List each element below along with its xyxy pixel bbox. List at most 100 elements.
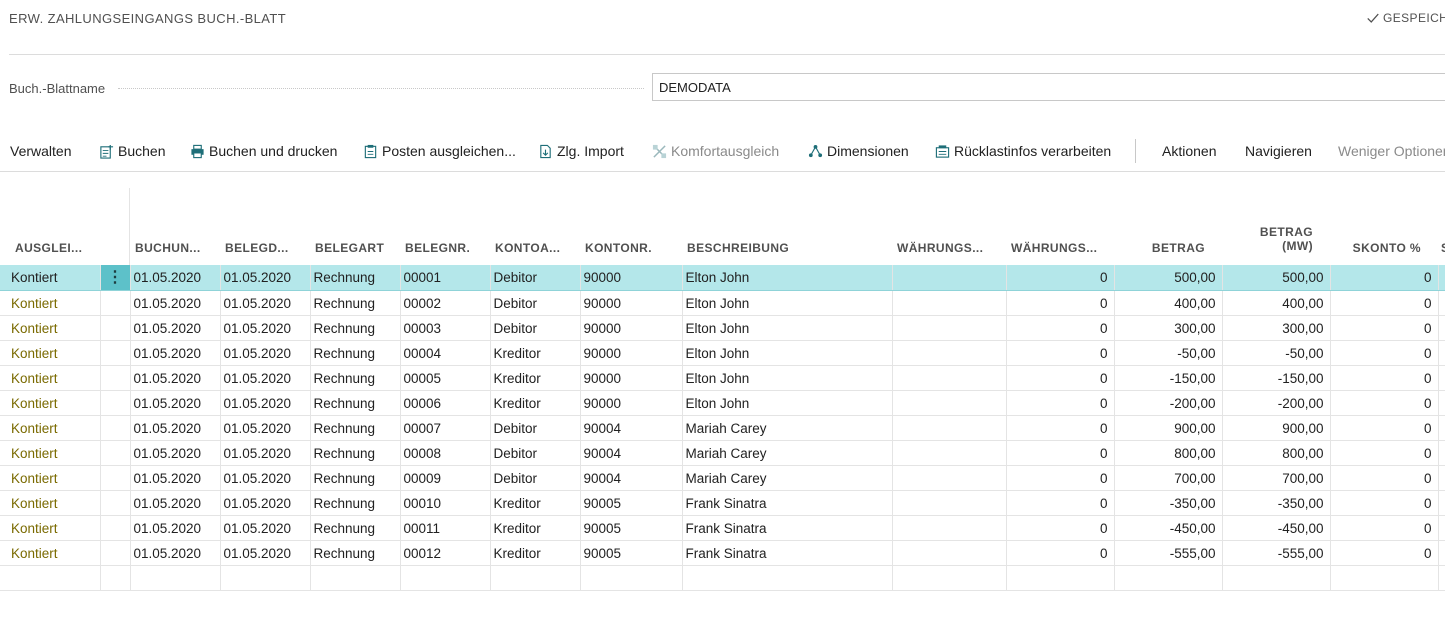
row-account-type-cell[interactable]: Debitor (490, 415, 581, 441)
row-overflow-cell[interactable] (1438, 515, 1445, 541)
row-menu-cell[interactable] (100, 465, 131, 491)
row-currency-factor-cell[interactable]: 0 (1006, 340, 1115, 366)
row-posting-date-cell[interactable]: 01.05.2020 (130, 365, 221, 391)
row-document-date-cell[interactable]: 01.05.2020 (220, 290, 311, 316)
row-amount-cell[interactable]: -450,00 (1114, 515, 1223, 541)
row-status-cell[interactable]: Kontiert (0, 340, 101, 366)
row-currency-factor-cell[interactable]: 0 (1006, 465, 1115, 491)
row-document-date-cell[interactable]: 01.05.2020 (220, 390, 311, 416)
table-row[interactable]: Kontiert 01.05.2020 01.05.2020 Rechnung 0000… (0, 340, 1445, 366)
navigate-menu[interactable]: Navigieren (1245, 143, 1312, 159)
row-account-type-cell[interactable]: Kreditor (490, 365, 581, 391)
row-currency-code-cell[interactable] (892, 290, 1007, 316)
dimensions-button[interactable]: Dimensionen (808, 143, 909, 159)
row-posting-date-cell[interactable]: 01.05.2020 (130, 490, 221, 516)
row-account-type-cell[interactable]: Debitor (490, 265, 581, 291)
row-menu-cell[interactable] (100, 440, 131, 466)
row-amount-lcy-cell[interactable]: -200,00 (1222, 390, 1331, 416)
row-account-type-cell[interactable]: Kreditor (490, 390, 581, 416)
row-discount-cell[interactable]: 0 (1330, 490, 1439, 516)
col-header-description[interactable]: BESCHREIBUNG (687, 241, 887, 255)
col-header-document-type[interactable]: BELEGART (315, 241, 395, 255)
row-document-date-cell[interactable]: 01.05.2020 (220, 540, 311, 566)
row-currency-code-cell[interactable] (892, 515, 1007, 541)
row-document-type-cell[interactable]: Rechnung (310, 490, 401, 516)
row-description-cell[interactable]: Frank Sinatra (682, 515, 893, 541)
row-description-cell[interactable]: Elton John (682, 390, 893, 416)
row-amount-lcy-cell[interactable]: -350,00 (1222, 490, 1331, 516)
row-amount-cell[interactable]: -50,00 (1114, 340, 1223, 366)
row-currency-code-cell[interactable] (892, 465, 1007, 491)
row-account-type-cell[interactable]: Debitor (490, 290, 581, 316)
row-overflow-cell[interactable] (1438, 340, 1445, 366)
row-document-date-cell[interactable]: 01.05.2020 (220, 415, 311, 441)
col-header-currency-code[interactable]: WÄHRUNGS... (897, 241, 1001, 255)
row-document-no-cell[interactable]: 00010 (400, 490, 491, 516)
row-menu-cell[interactable] (100, 315, 131, 341)
table-row[interactable]: Kontiert 01.05.2020 01.05.2020 Rechnung 0001… (0, 490, 1445, 516)
row-document-type-cell[interactable]: Rechnung (310, 415, 401, 441)
row-document-no-cell[interactable] (400, 565, 491, 591)
row-account-no-cell[interactable]: 90000 (580, 390, 683, 416)
row-currency-code-cell[interactable] (892, 340, 1007, 366)
row-document-type-cell[interactable]: Rechnung (310, 315, 401, 341)
row-amount-cell[interactable]: 300,00 (1114, 315, 1223, 341)
row-description-cell[interactable]: Mariah Carey (682, 465, 893, 491)
row-menu-cell[interactable] (100, 490, 131, 516)
row-currency-code-cell[interactable] (892, 265, 1007, 291)
row-description-cell[interactable] (682, 565, 893, 591)
row-overflow-cell[interactable] (1438, 390, 1445, 416)
row-description-cell[interactable]: Elton John (682, 365, 893, 391)
row-account-type-cell[interactable]: Debitor (490, 440, 581, 466)
row-document-date-cell[interactable]: 01.05.2020 (220, 265, 311, 291)
col-header-posting-date[interactable]: BUCHUN... (135, 241, 215, 255)
row-currency-code-cell[interactable] (892, 565, 1007, 591)
row-status-cell[interactable]: Kontiert (0, 515, 101, 541)
row-description-cell[interactable]: Elton John (682, 265, 893, 291)
row-document-date-cell[interactable] (220, 565, 311, 591)
row-posting-date-cell[interactable]: 01.05.2020 (130, 340, 221, 366)
row-description-cell[interactable]: Frank Sinatra (682, 490, 893, 516)
row-document-date-cell[interactable]: 01.05.2020 (220, 315, 311, 341)
row-currency-code-cell[interactable] (892, 365, 1007, 391)
row-currency-factor-cell[interactable]: 0 (1006, 315, 1115, 341)
col-header-amount-lcy[interactable]: BETRAG (MW) (1240, 225, 1313, 253)
row-amount-cell[interactable]: 400,00 (1114, 290, 1223, 316)
row-document-date-cell[interactable]: 01.05.2020 (220, 465, 311, 491)
row-overflow-cell[interactable] (1438, 415, 1445, 441)
row-account-type-cell[interactable]: Kreditor (490, 540, 581, 566)
row-status-cell[interactable]: Kontiert (0, 290, 101, 316)
row-overflow-cell[interactable] (1438, 565, 1445, 591)
row-amount-cell[interactable]: -150,00 (1114, 365, 1223, 391)
comfort-apply-button[interactable]: Komfortausgleich (652, 143, 779, 159)
post-button[interactable]: Buchen (99, 143, 165, 159)
col-header-document-date[interactable]: BELEGD... (225, 241, 305, 255)
row-document-type-cell[interactable]: Rechnung (310, 265, 401, 291)
row-currency-code-cell[interactable] (892, 390, 1007, 416)
row-amount-cell[interactable]: -200,00 (1114, 390, 1223, 416)
row-account-no-cell[interactable]: 90005 (580, 490, 683, 516)
row-discount-cell[interactable]: 0 (1330, 365, 1439, 391)
row-menu-cell[interactable] (100, 415, 131, 441)
row-status-cell[interactable]: Kontiert (0, 315, 101, 341)
row-overflow-cell[interactable] (1438, 465, 1445, 491)
row-posting-date-cell[interactable]: 01.05.2020 (130, 540, 221, 566)
row-status-cell[interactable] (0, 565, 101, 591)
row-posting-date-cell[interactable]: 01.05.2020 (130, 290, 221, 316)
row-menu-cell[interactable] (100, 390, 131, 416)
row-document-no-cell[interactable]: 00005 (400, 365, 491, 391)
row-discount-cell[interactable] (1330, 565, 1439, 591)
row-status-cell[interactable]: Kontiert (0, 415, 101, 441)
row-currency-factor-cell[interactable]: 0 (1006, 265, 1115, 291)
post-and-print-button[interactable]: Buchen und drucken (190, 143, 337, 159)
row-overflow-cell[interactable] (1438, 365, 1445, 391)
row-document-type-cell[interactable]: Rechnung (310, 465, 401, 491)
row-status-cell[interactable]: Kontiert (0, 390, 101, 416)
row-document-no-cell[interactable]: 00003 (400, 315, 491, 341)
row-document-type-cell[interactable]: Rechnung (310, 515, 401, 541)
row-posting-date-cell[interactable] (130, 565, 221, 591)
table-row[interactable]: Kontiert 01.05.2020 01.05.2020 Rechnung 0000… (0, 290, 1445, 316)
return-info-button[interactable]: Rücklastinfos verarbeiten (935, 143, 1111, 159)
row-description-cell[interactable]: Mariah Carey (682, 415, 893, 441)
table-row[interactable]: Kontiert 01.05.2020 01.05.2020 Rechnung 0000… (0, 440, 1445, 466)
